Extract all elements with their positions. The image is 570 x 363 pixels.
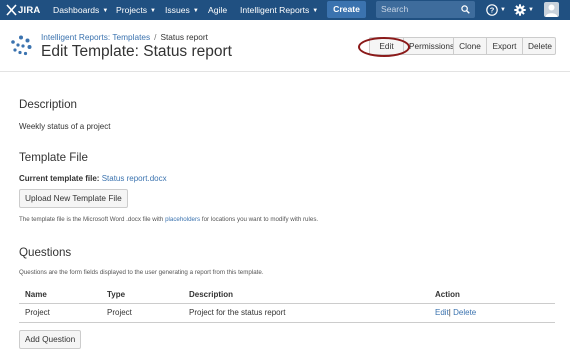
search-input[interactable]: Search: [376, 1, 475, 18]
add-question-button[interactable]: Add Question: [19, 330, 82, 349]
questions-help: Questions are the form fields displayed …: [19, 269, 264, 276]
create-button[interactable]: Create: [327, 1, 366, 18]
question-edit-link[interactable]: Edit: [435, 308, 449, 317]
header-divider: [0, 71, 570, 72]
nav-issues-label: Issues: [165, 5, 190, 15]
page-title: Edit Template: Status report: [41, 43, 232, 60]
breadcrumb-separator: /: [154, 32, 157, 42]
user-avatar[interactable]: [544, 2, 559, 17]
clone-button[interactable]: Clone: [453, 37, 487, 55]
chevron-down-icon: ▼: [528, 7, 534, 13]
nav-issues[interactable]: Issues ▼: [165, 0, 199, 20]
help-icon: ?: [486, 4, 498, 16]
question-type: Project: [101, 303, 183, 323]
nav-dashboards-label: Dashboards: [53, 5, 100, 15]
chevron-down-icon: ▼: [192, 8, 199, 14]
description-text: Weekly status of a project: [19, 122, 111, 131]
export-button[interactable]: Export: [486, 37, 523, 55]
column-header-name: Name: [19, 287, 101, 304]
action-separator: |: [448, 308, 451, 317]
svg-text:?: ?: [490, 6, 495, 15]
column-header-type: Type: [101, 287, 183, 304]
question-delete-link[interactable]: Delete: [453, 308, 476, 317]
current-template-file-label: Current template file:: [19, 174, 100, 183]
upload-template-button[interactable]: Upload New Template File: [19, 189, 128, 208]
chevron-down-icon: ▼: [500, 7, 506, 13]
chevron-down-icon: ▼: [102, 8, 109, 14]
template-file-help: The template file is the Microsoft Word …: [19, 216, 318, 223]
template-actions: Edit Permissions Clone Export Delete: [369, 37, 556, 55]
column-header-description: Description: [183, 287, 429, 304]
settings-menu[interactable]: ▼: [514, 3, 534, 17]
questions-heading: Questions: [19, 246, 72, 259]
nav-agile-label: Agile: [208, 5, 228, 15]
table-header-row: Name Type Description Action: [19, 287, 555, 304]
user-icon: [545, 4, 558, 17]
help-menu[interactable]: ? ▼: [486, 3, 506, 17]
top-navigation-bar: JIRA Dashboards ▼ Projects ▼ Issues ▼ Agile…: [0, 0, 570, 20]
template-help-prefix: The template file is the Microsoft Word …: [19, 216, 164, 223]
question-name: Project: [19, 303, 101, 323]
edit-button[interactable]: Edit: [369, 37, 404, 55]
chevron-down-icon: ▼: [150, 8, 156, 14]
delete-button[interactable]: Delete: [522, 37, 556, 55]
current-template-file: Current template file: Status report.doc…: [19, 174, 167, 183]
placeholders-link[interactable]: placeholders: [165, 216, 200, 223]
project-logo-icon: [11, 35, 32, 56]
permissions-button[interactable]: Permissions: [403, 37, 454, 55]
question-actions: Edit| Delete: [429, 303, 555, 323]
jira-logo[interactable]: JIRA: [6, 3, 40, 17]
nav-projects[interactable]: Projects ▼: [116, 0, 156, 20]
nav-dashboards[interactable]: Dashboards ▼: [53, 0, 108, 20]
gear-icon: [514, 4, 526, 16]
template-file-heading: Template File: [19, 151, 88, 164]
breadcrumb-current: Status report: [160, 32, 208, 42]
nav-intelligent-reports-label: Intelligent Reports: [240, 5, 310, 15]
questions-table: Name Type Description Action Project Pro…: [19, 287, 555, 323]
breadcrumb-templates-link[interactable]: Intelligent Reports: Templates: [41, 32, 150, 42]
template-help-suffix: for locations you want to modify with ru…: [201, 216, 319, 223]
jira-logo-text: JIRA: [18, 4, 41, 16]
description-heading: Description: [19, 98, 77, 111]
column-header-action: Action: [429, 287, 555, 304]
search-icon: [461, 5, 470, 14]
jira-logo-icon: [6, 4, 17, 16]
nav-intelligent-reports[interactable]: Intelligent Reports ▼: [240, 0, 318, 20]
question-description: Project for the status report: [183, 303, 429, 323]
nav-projects-label: Projects: [116, 5, 148, 15]
chevron-down-icon: ▼: [312, 8, 319, 14]
template-file-link[interactable]: Status report.docx: [102, 174, 167, 183]
breadcrumb: Intelligent Reports: Templates / Status re…: [41, 32, 208, 42]
search-placeholder: Search: [381, 4, 409, 14]
table-row: Project Project Project for the status r…: [19, 303, 555, 323]
nav-agile[interactable]: Agile: [208, 0, 227, 20]
